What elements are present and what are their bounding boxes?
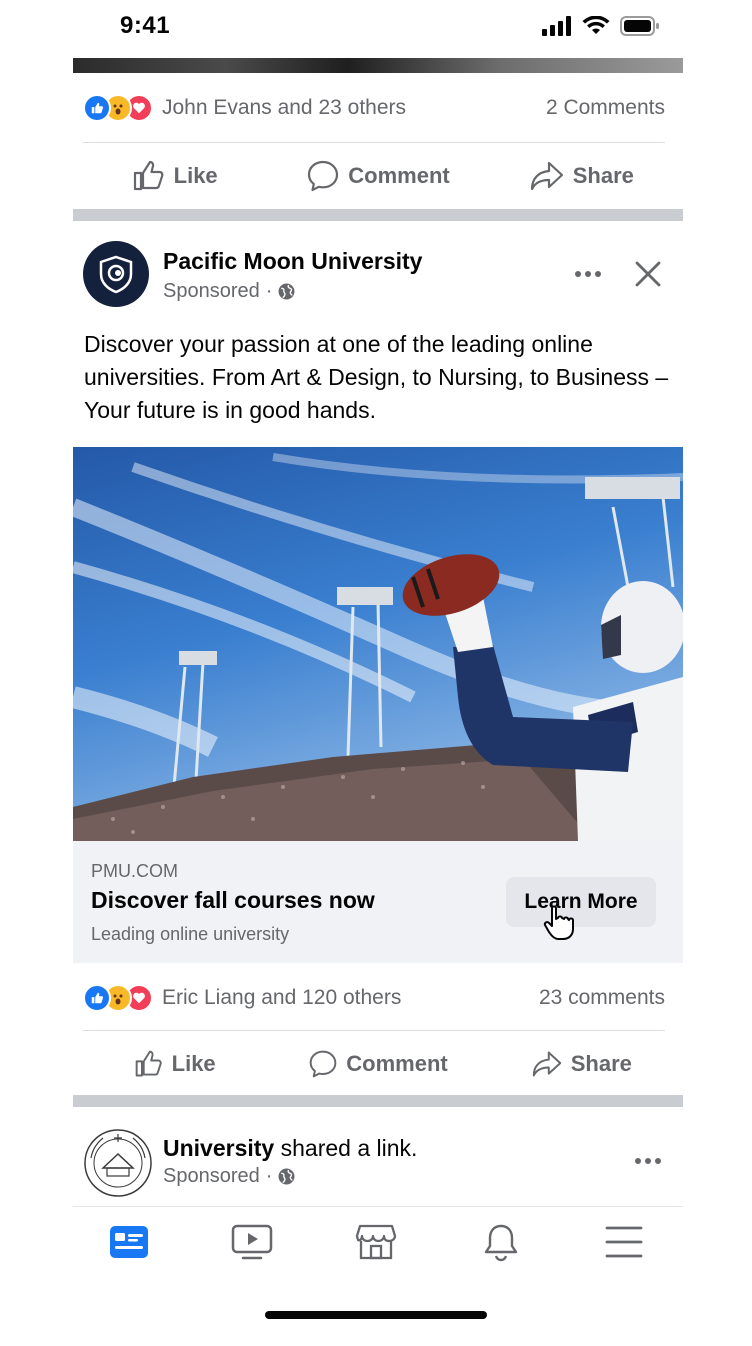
comment-button[interactable]: Comment xyxy=(276,159,479,193)
watch-icon xyxy=(231,1224,273,1260)
meta-dot: · xyxy=(265,280,273,302)
share-arrow-icon xyxy=(530,161,563,191)
shared-post-action: shared a link. xyxy=(274,1135,418,1161)
prev-reactions-row[interactable]: John Evans and 23 others 2 Comments xyxy=(73,83,683,133)
post-separator xyxy=(73,1095,683,1107)
dot xyxy=(595,271,601,277)
like-label: Like xyxy=(173,163,218,188)
comment-label: Comment xyxy=(348,163,450,188)
battery-icon xyxy=(620,16,659,36)
university-shield-logo xyxy=(99,255,133,294)
share-label: Share xyxy=(570,1051,632,1076)
shared-post-headline: University shared a link. xyxy=(163,1135,417,1162)
cellular-signal-icon xyxy=(542,16,571,36)
comments-count[interactable]: 2 Comments xyxy=(546,96,665,120)
bottom-tab-bar xyxy=(73,1206,683,1346)
meta-dot: · xyxy=(265,1165,273,1187)
status-time: 9:41 xyxy=(120,12,171,39)
globe-icon xyxy=(278,1168,295,1185)
dot xyxy=(655,1158,661,1164)
divider xyxy=(83,1030,665,1031)
reactions-summary[interactable]: John Evans and 23 others xyxy=(162,96,546,120)
share-arrow-icon xyxy=(532,1051,561,1077)
page-name[interactable]: Pacific Moon University xyxy=(163,248,422,275)
dot xyxy=(575,271,581,277)
page-avatar[interactable] xyxy=(83,241,149,307)
post-text: Discover your passion at one of the lead… xyxy=(84,331,669,423)
like-reaction-icon xyxy=(83,984,111,1012)
share-button[interactable]: Share xyxy=(480,159,683,193)
tab-menu[interactable] xyxy=(600,1221,648,1263)
sponsored-label[interactable]: Sponsored xyxy=(163,280,260,303)
post-separator xyxy=(73,209,683,221)
thumbs-up-icon xyxy=(133,160,164,191)
like-button[interactable]: Like xyxy=(73,1049,276,1079)
learn-more-button[interactable]: Learn More xyxy=(506,877,656,927)
football-player-photo xyxy=(73,447,683,841)
more-options-button[interactable] xyxy=(568,259,608,289)
hand-cursor-icon xyxy=(543,905,574,940)
share-label: Share xyxy=(572,163,634,188)
home-indicator[interactable] xyxy=(265,1311,487,1319)
reactions-summary[interactable]: Eric Liang and 120 others xyxy=(162,986,539,1010)
link-domain: PMU.COM xyxy=(91,861,178,881)
hide-ad-close-icon[interactable] xyxy=(630,256,666,292)
like-label: Like xyxy=(171,1051,216,1076)
thumbs-up-icon xyxy=(135,1050,162,1077)
comment-label: Comment xyxy=(346,1051,448,1076)
menu-icon xyxy=(605,1226,643,1258)
previous-post-image[interactable] xyxy=(73,58,683,73)
link-headline: Discover fall courses now xyxy=(91,887,375,913)
ad-reactions-row[interactable]: Eric Liang and 120 others 23 comments xyxy=(73,973,683,1023)
ad-image[interactable] xyxy=(73,447,683,841)
dot xyxy=(645,1158,651,1164)
divider xyxy=(83,142,665,143)
link-preview-card[interactable]: PMU.COM Discover fall courses now Leadin… xyxy=(73,841,683,963)
tab-news-feed[interactable] xyxy=(105,1221,153,1263)
reaction-icons xyxy=(83,94,153,122)
comment-bubble-icon xyxy=(309,1050,337,1078)
marketplace-icon xyxy=(355,1224,397,1260)
comments-count[interactable]: 23 comments xyxy=(539,986,665,1010)
post-meta: Sponsored · xyxy=(163,1165,295,1188)
more-options-button[interactable] xyxy=(628,1146,668,1176)
like-button[interactable]: Like xyxy=(73,159,276,193)
university-seal-logo[interactable] xyxy=(83,1128,153,1198)
prev-action-row: Like Comment Share xyxy=(73,145,683,207)
tab-marketplace[interactable] xyxy=(352,1221,400,1263)
reaction-icons xyxy=(83,984,153,1012)
sponsored-label[interactable]: Sponsored xyxy=(163,1165,260,1188)
globe-icon xyxy=(278,283,295,300)
notifications-icon xyxy=(484,1224,518,1262)
post-meta: Sponsored · xyxy=(163,280,295,303)
dot xyxy=(585,271,591,277)
comment-button[interactable]: Comment xyxy=(276,1049,479,1079)
link-description: Leading online university xyxy=(91,924,290,944)
ad-action-row: Like Comment Share xyxy=(73,1033,683,1095)
like-reaction-icon xyxy=(83,94,111,122)
status-icons xyxy=(542,16,660,36)
comment-bubble-icon xyxy=(308,160,339,192)
share-button[interactable]: Share xyxy=(480,1049,683,1079)
shared-post-author[interactable]: University xyxy=(163,1135,274,1161)
tab-notifications[interactable] xyxy=(477,1221,525,1263)
wifi-icon xyxy=(582,16,610,34)
dot xyxy=(635,1158,641,1164)
status-bar: 9:41 xyxy=(0,0,752,58)
news-feed-icon xyxy=(110,1226,148,1258)
tab-watch[interactable] xyxy=(228,1221,276,1263)
news-feed[interactable]: John Evans and 23 others 2 Comments Like… xyxy=(73,58,683,1206)
